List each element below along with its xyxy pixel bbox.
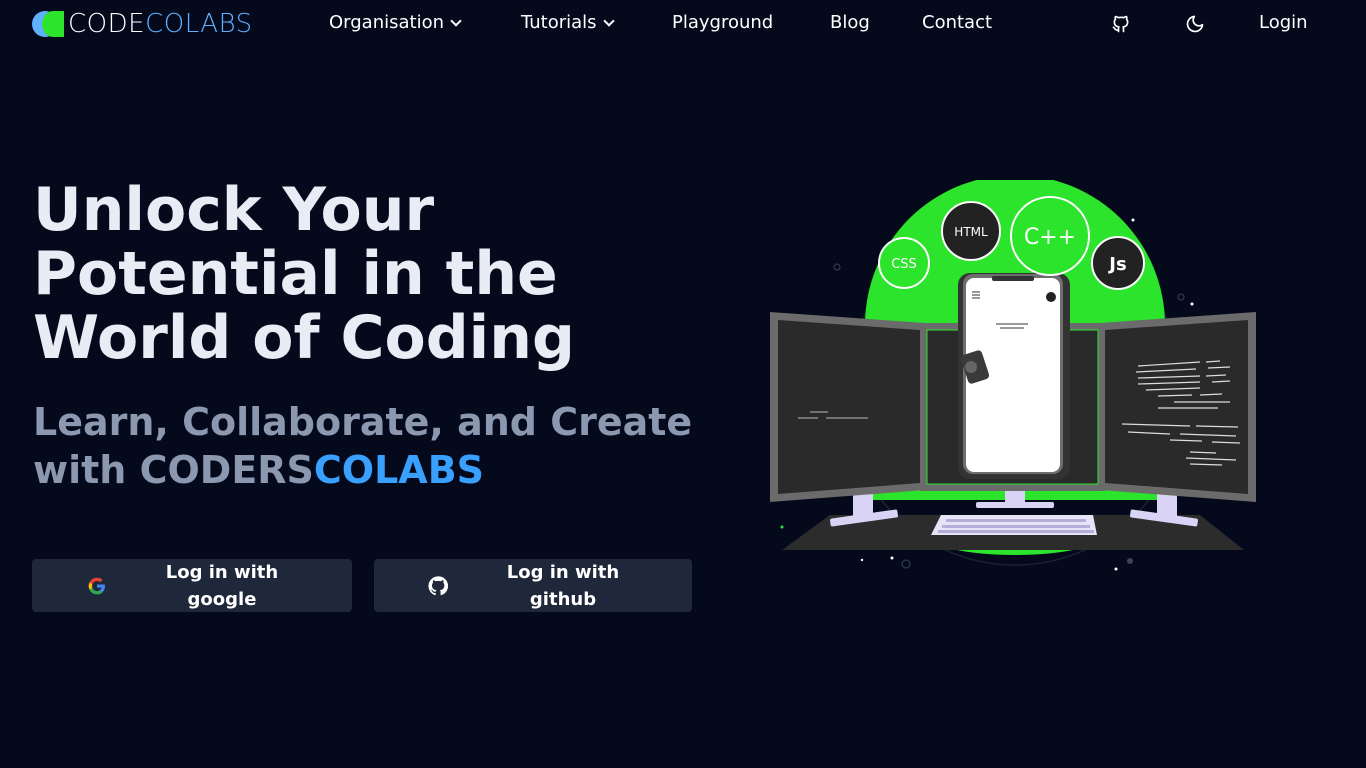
google-icon [88, 577, 105, 594]
phone-notch [992, 276, 1034, 281]
logo-mark-icon [32, 11, 64, 37]
nav-organisation-label: Organisation [329, 12, 445, 33]
hero-subtitle-highlight: COLABS [313, 448, 485, 492]
js-badge-label: Js [1107, 254, 1126, 275]
nav-tutorials-label: Tutorials [521, 12, 597, 33]
github-icon[interactable] [1111, 14, 1131, 34]
nav-login[interactable]: Login [1259, 12, 1308, 33]
decor-dot [901, 559, 911, 569]
decor-dot [1127, 558, 1133, 564]
decor-dot [1190, 302, 1194, 306]
phone-camera [1046, 292, 1056, 302]
hero-title: Unlock Your Potential in the World of Co… [33, 175, 575, 373]
site-logo[interactable]: CODECOLABS [32, 9, 253, 39]
nav-blog[interactable]: Blog [830, 12, 870, 33]
decor-dot [780, 525, 784, 529]
google-login-button[interactable]: Log in with google [32, 559, 352, 612]
left-monitor-screen [778, 320, 920, 494]
css-badge-label: CSS [891, 257, 917, 272]
decor-dot [860, 558, 864, 562]
chevron-down-icon [602, 14, 615, 27]
nav-organisation[interactable]: Organisation [329, 12, 462, 33]
decor-dot [890, 556, 894, 560]
nav-contact[interactable]: Contact [922, 12, 992, 33]
navbar: CODECOLABS Organisation Tutorials Playgr… [0, 0, 1366, 48]
logo-text: CODECOLABS [68, 9, 253, 39]
keyboard-keys [938, 519, 1094, 533]
nav-tutorials[interactable]: Tutorials [521, 12, 615, 33]
chevron-down-icon [450, 14, 462, 27]
phone-hand-thumb [965, 361, 977, 373]
google-login-label: Log in with google [165, 561, 279, 610]
html-badge-label: HTML [954, 225, 988, 239]
monitor-base [976, 502, 1054, 508]
github-login-label: Log in with github [506, 561, 620, 610]
decor-dot [1114, 567, 1118, 571]
right-monitor-screen [1105, 320, 1248, 494]
github-icon [428, 575, 448, 595]
decor-dot [1131, 218, 1135, 222]
coding-setup-illustration: CSS HTML C++ Js [770, 180, 1256, 571]
decor-dot [1177, 293, 1185, 301]
nav-playground[interactable]: Playground [672, 12, 773, 33]
decor-dot [833, 263, 841, 271]
moon-icon[interactable] [1185, 14, 1205, 34]
hero-subtitle: Learn, Collaborate, and Create with CODE… [33, 398, 693, 494]
cpp-badge-label: C++ [1024, 225, 1076, 250]
github-login-button[interactable]: Log in with github [374, 559, 692, 612]
